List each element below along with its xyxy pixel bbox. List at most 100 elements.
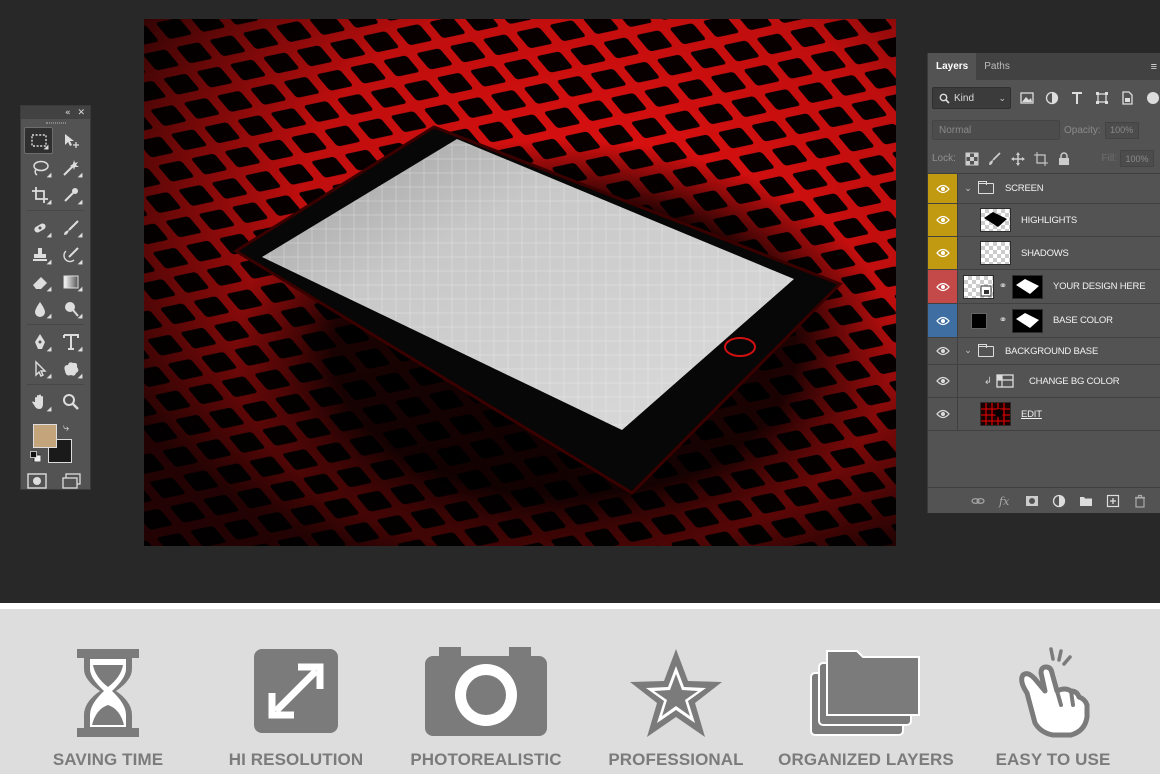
layer-row-edit[interactable]: EDIT	[928, 398, 1160, 431]
add-mask-icon[interactable]	[1025, 494, 1039, 508]
lock-label: Lock:	[932, 153, 956, 164]
lock-position-icon[interactable]	[1010, 151, 1025, 166]
collapse-icon[interactable]: «	[65, 108, 71, 118]
swap-colors-icon[interactable]: ⤷	[63, 421, 69, 435]
feature-organized-layers: ORGANIZED LAYERS	[776, 609, 956, 774]
eyedropper-icon[interactable]	[55, 181, 86, 208]
visibility-toggle[interactable]	[928, 304, 958, 337]
drag-grip[interactable]	[21, 119, 90, 127]
filter-kind-label: Kind	[954, 92, 975, 104]
clipping-arrow-icon: ↲	[983, 375, 993, 387]
default-colors-icon[interactable]	[30, 451, 41, 462]
new-layer-icon[interactable]	[1106, 494, 1120, 508]
close-icon[interactable]: ✕	[77, 108, 85, 118]
lock-transparent-icon[interactable]	[965, 152, 979, 166]
clone-stamp-icon[interactable]	[24, 241, 55, 268]
layer-row-screen[interactable]: ⌄ SCREEN	[928, 174, 1160, 204]
lock-artboard-icon[interactable]	[1033, 151, 1048, 166]
hourglass-icon	[77, 649, 139, 737]
visibility-toggle[interactable]	[928, 338, 958, 364]
eye-icon	[935, 282, 950, 291]
brush-tool-icon[interactable]	[55, 214, 86, 241]
blur-tool-icon[interactable]	[24, 295, 55, 322]
visibility-toggle[interactable]	[928, 204, 958, 236]
layer-name: YOUR DESIGN HERE	[1053, 281, 1146, 292]
quick-mask-icon[interactable]	[27, 473, 49, 489]
document-canvas[interactable]	[144, 19, 896, 546]
layer-row-background-base[interactable]: ⌄ BACKGROUND BASE	[928, 338, 1160, 365]
lock-all-icon[interactable]	[1057, 151, 1071, 166]
trash-icon[interactable]	[1133, 494, 1147, 508]
smart-object-filter-icon[interactable]	[1119, 90, 1135, 106]
zoom-tool-icon[interactable]	[55, 388, 86, 415]
pen-tool-icon[interactable]	[24, 328, 55, 355]
foreground-color-swatch[interactable]	[33, 424, 57, 448]
fill-input[interactable]: 100%	[1120, 150, 1154, 167]
type-filter-icon[interactable]	[1069, 90, 1085, 106]
panel-menu-icon[interactable]: ≡	[1151, 61, 1160, 73]
link-layers-icon[interactable]	[971, 494, 985, 508]
dodge-tool-icon[interactable]	[55, 295, 86, 322]
magic-wand-icon[interactable]	[55, 154, 86, 181]
tools-panel-header: « ✕	[21, 106, 90, 119]
chevron-down-icon: ⌄	[998, 92, 1006, 103]
adjustment-layer-icon	[996, 374, 1014, 388]
path-selection-icon[interactable]	[24, 355, 55, 382]
custom-shape-icon[interactable]	[55, 355, 86, 382]
type-tool-icon[interactable]	[55, 328, 86, 355]
marquee-tool-icon[interactable]	[24, 127, 53, 154]
tapping-hand-icon	[1019, 647, 1090, 738]
filter-toggle-icon[interactable]	[1144, 90, 1160, 106]
shape-filter-icon[interactable]	[1094, 90, 1110, 106]
tab-paths[interactable]: Paths	[976, 53, 1018, 80]
visibility-toggle[interactable]	[928, 174, 958, 203]
layer-row-your-design-here[interactable]: ⚭ YOUR DESIGN HERE	[928, 270, 1160, 304]
healing-brush-icon[interactable]	[24, 214, 55, 241]
camera-icon	[425, 647, 547, 736]
adjustment-layer-icon[interactable]	[1052, 494, 1066, 508]
hand-tool-icon[interactable]	[24, 388, 55, 415]
layer-name: EDIT	[1021, 408, 1042, 420]
layer-row-shadows[interactable]: SHADOWS	[928, 237, 1160, 270]
visibility-toggle[interactable]	[928, 398, 958, 430]
feature-label: PROFESSIONAL	[608, 750, 744, 769]
opacity-input[interactable]: 100%	[1104, 121, 1139, 139]
photoshop-workspace: « ✕ ⤷ Layers Paths ≡ Kind ⌄ Normal Opaci…	[0, 0, 1160, 603]
eye-icon	[935, 184, 950, 193]
smart-object-thumbnail	[963, 274, 994, 299]
lock-pixels-icon[interactable]	[988, 151, 1002, 166]
tab-layers[interactable]: Layers	[928, 53, 977, 80]
tools-panel: « ✕ ⤷	[20, 105, 91, 490]
eye-icon	[935, 346, 950, 356]
layer-row-change-bg-color[interactable]: ↲ CHANGE BG COLOR	[928, 365, 1160, 398]
new-group-icon[interactable]	[1079, 494, 1093, 508]
feature-photorealistic: PHOTOREALISTIC	[400, 609, 572, 774]
eye-icon	[935, 316, 950, 325]
link-icon[interactable]: ⚭	[997, 281, 1009, 292]
layers-footer: fx	[928, 487, 1160, 513]
layer-filter-select[interactable]: Kind ⌄	[932, 87, 1011, 109]
fill-thumbnail	[963, 309, 994, 333]
visibility-toggle[interactable]	[928, 270, 958, 303]
fx-icon[interactable]: fx	[998, 494, 1012, 508]
lasso-tool-icon[interactable]	[24, 154, 55, 181]
adjustment-filter-icon[interactable]	[1044, 90, 1060, 106]
gradient-tool-icon[interactable]	[55, 268, 86, 295]
blend-mode-select[interactable]: Normal	[932, 120, 1060, 140]
svg-text:fx: fx	[998, 495, 1010, 508]
history-brush-icon[interactable]	[55, 241, 86, 268]
crop-tool-icon[interactable]	[24, 181, 55, 208]
visibility-toggle[interactable]	[928, 237, 958, 269]
chevron-down-icon[interactable]: ⌄	[962, 346, 974, 356]
layer-row-base-color[interactable]: ⚭ BASE COLOR	[928, 304, 1160, 338]
feature-label: SAVING TIME	[52, 750, 164, 769]
eraser-tool-icon[interactable]	[24, 268, 55, 295]
visibility-toggle[interactable]	[928, 365, 958, 397]
chevron-down-icon[interactable]: ⌄	[962, 184, 974, 194]
screen-mode-icon[interactable]	[61, 473, 83, 489]
link-icon[interactable]: ⚭	[997, 315, 1009, 326]
layer-name: CHANGE BG COLOR	[1029, 375, 1120, 387]
pixel-filter-icon[interactable]	[1019, 90, 1035, 106]
layer-row-highlights[interactable]: HIGHLIGHTS	[928, 204, 1160, 237]
move-tool-icon[interactable]	[55, 127, 86, 154]
